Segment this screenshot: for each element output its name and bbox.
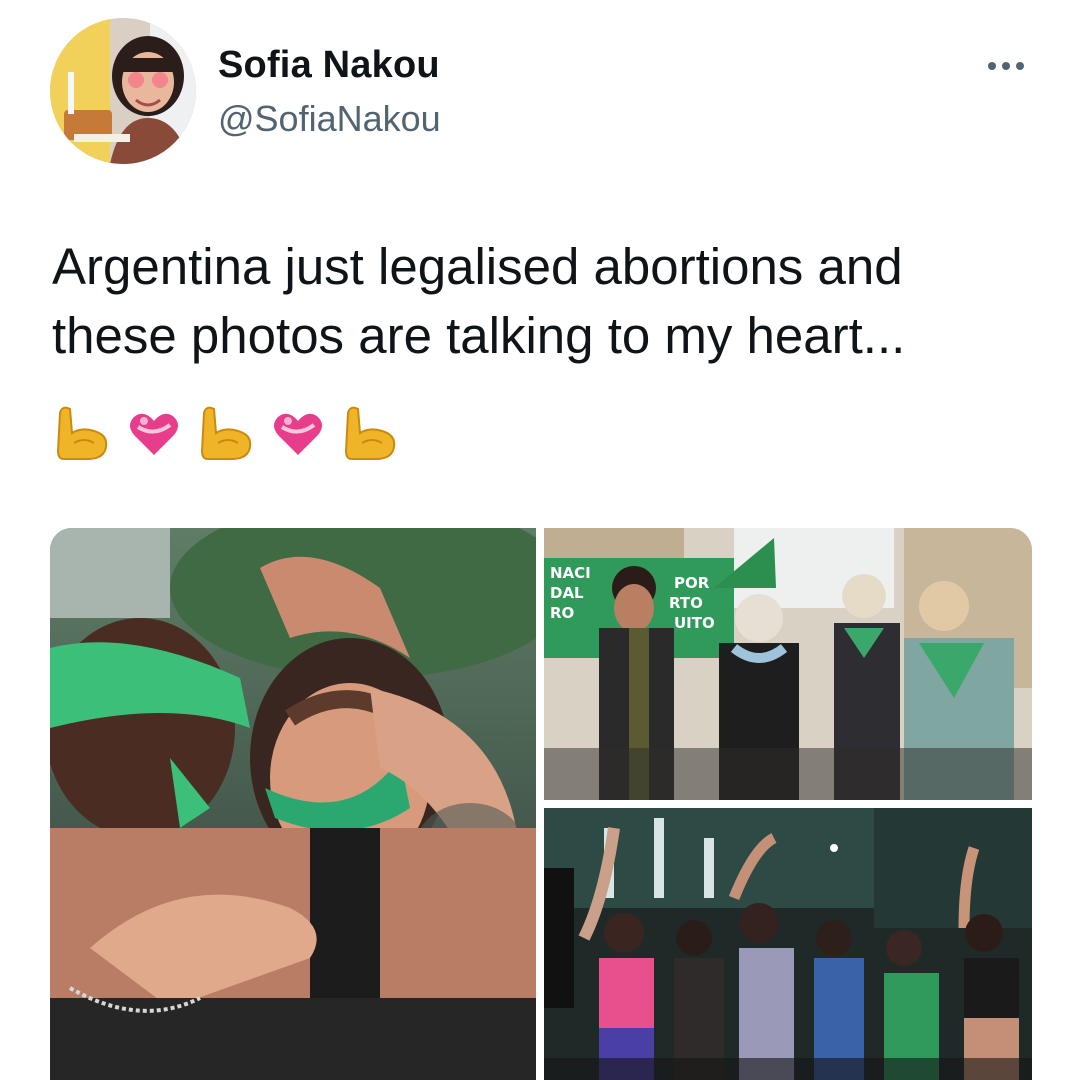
sign-fragment: RTO xyxy=(669,594,703,612)
flexed-biceps-icon xyxy=(344,406,396,460)
flexed-biceps-icon xyxy=(200,406,252,460)
dot xyxy=(988,62,996,70)
tweet-text-line: these photos are talking to my heart... xyxy=(52,307,906,365)
dot xyxy=(1002,62,1010,70)
night-celebration-photo[interactable] xyxy=(544,808,1032,1080)
elderly-women-march-photo[interactable]: NACI DAL RO POR RTO UITO xyxy=(544,528,1032,800)
sign-fragment: UITO xyxy=(674,614,715,632)
avatar-image xyxy=(50,18,196,164)
tweet-text-line: Argentina just legalised abortions and xyxy=(52,238,903,295)
emoji-row xyxy=(54,398,398,468)
photo-image xyxy=(544,808,1032,1080)
user-handle[interactable]: @SofiaNakou xyxy=(218,98,441,140)
media-grid: NACI DAL RO POR RTO UITO xyxy=(50,528,1032,1080)
hugging-women-photo[interactable] xyxy=(50,528,536,1080)
heart-with-ribbon-icon xyxy=(130,413,178,455)
sign-fragment: POR xyxy=(674,574,710,592)
flexed-biceps-icon xyxy=(56,406,108,460)
photo-image xyxy=(50,528,536,1080)
display-name[interactable]: Sofia Nakou xyxy=(218,44,440,87)
tweet-text: Argentina just legalised abortions and t… xyxy=(52,232,1042,371)
tweet-card: Sofia Nakou @SofiaNakou Argentina just l… xyxy=(0,0,1080,1080)
more-options-icon[interactable] xyxy=(978,44,1034,84)
sign-fragment: NACI xyxy=(550,564,591,582)
avatar[interactable] xyxy=(50,18,196,164)
photo-image: NACI DAL RO POR RTO UITO xyxy=(544,528,1032,800)
dot xyxy=(1016,62,1024,70)
heart-with-ribbon-icon xyxy=(274,413,322,455)
sign-fragment: RO xyxy=(550,604,574,622)
sign-fragment: DAL xyxy=(550,584,584,602)
